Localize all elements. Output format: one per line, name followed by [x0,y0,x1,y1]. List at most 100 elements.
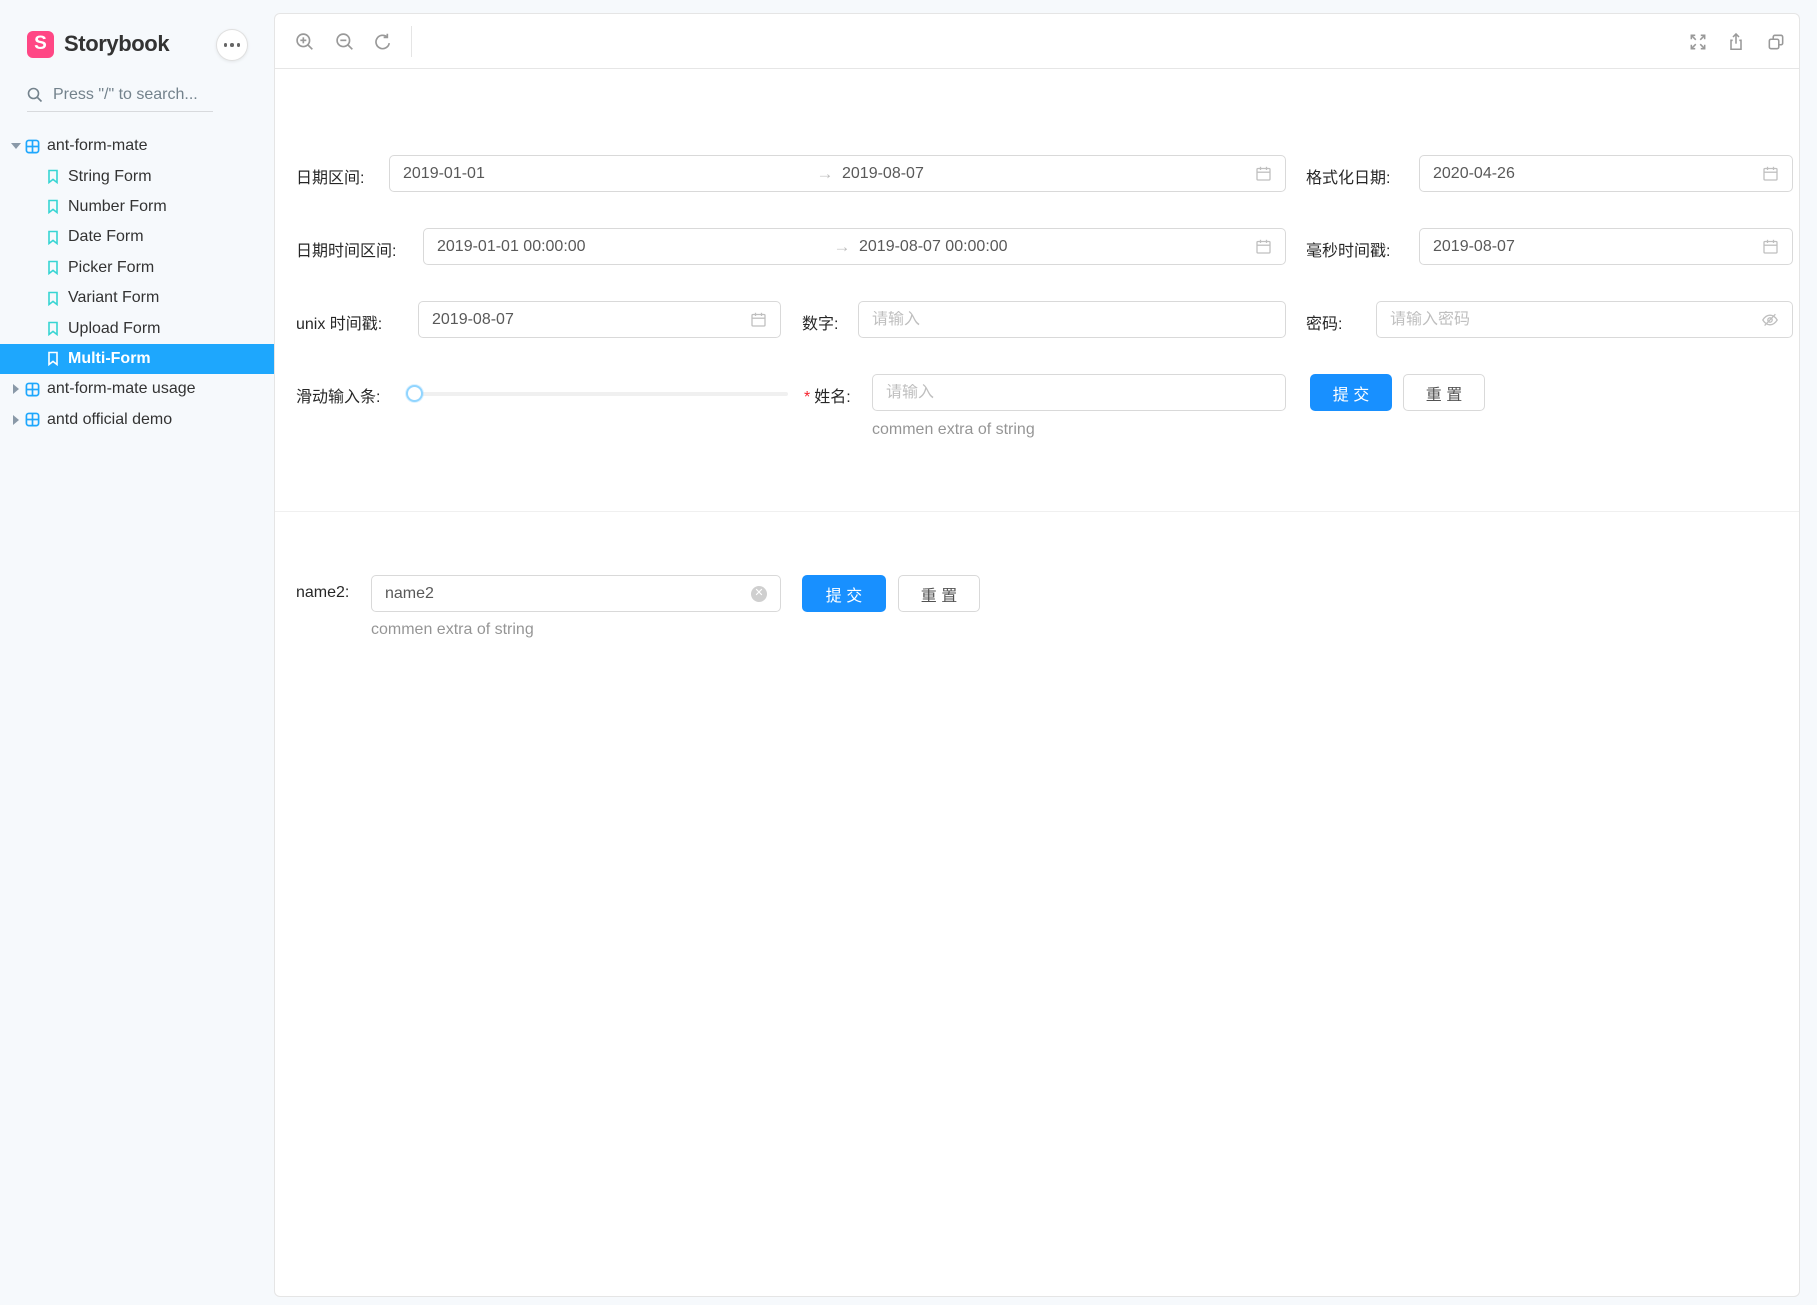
storybook-logo-icon: S [27,30,54,58]
range-arrow-icon: → [816,163,834,183]
submit-button[interactable]: 提 交 [1310,374,1392,411]
chevron-down-icon [10,143,22,150]
share-button[interactable] [1725,31,1747,53]
search-input[interactable]: Press "/" to search... [27,86,213,112]
tree-item-label: Variant Form [68,289,160,307]
tree-item-label: String Form [68,167,152,185]
date-range-picker[interactable]: 2019-01-01 → 2019-08-07 [389,155,1286,192]
chevron-right-icon [10,384,22,395]
bookmark-icon [47,321,59,337]
unix-timestamp-picker[interactable]: 2019-08-07 [418,301,781,338]
sidebar-menu-button[interactable] [216,29,248,61]
ms-timestamp-picker[interactable]: 2019-08-07 [1419,228,1793,265]
tree-story-upload-form[interactable]: Upload Form [0,313,274,343]
preview-card: 日期区间: 2019-01-01 → 2019-08-07 格式化日期: 202… [274,13,1800,1297]
reset-button-2[interactable]: 重 置 [898,575,980,612]
calendar-icon[interactable] [1762,165,1779,182]
datetime-range-picker[interactable]: 2019-01-01 00:00:00 → 2019-08-07 00:00:0… [423,228,1286,265]
reset-zoom-button[interactable] [372,31,394,53]
zoom-out-button[interactable] [334,31,356,53]
fullscreen-button[interactable] [1687,31,1709,53]
calendar-icon[interactable] [1255,238,1272,255]
reset-zoom-icon [375,33,391,50]
formatted-date-picker[interactable]: 2020-04-26 [1419,155,1793,192]
toolbar-divider [411,26,412,57]
date-value[interactable]: 2019-08-07 [432,311,742,329]
unix-timestamp-label: unix 时间戳: [296,316,383,333]
chevron-right-icon [10,414,22,425]
search-icon [27,87,43,102]
zoom-in-button[interactable] [294,31,316,53]
tree-component-ant-form-mate[interactable]: ant-form-mate [0,131,274,161]
number-input-wrap [858,301,1286,338]
submit-button-2[interactable]: 提 交 [802,575,886,612]
zoom-out-icon [336,33,353,50]
date-value[interactable]: 2019-08-07 [1433,238,1754,256]
preview-toolbar [275,14,1799,69]
tree-story-number-form[interactable]: Number Form [0,192,274,222]
bookmark-icon [47,351,59,367]
calendar-icon[interactable] [1762,238,1779,255]
slider-handle[interactable] [406,385,423,402]
bookmark-icon [47,230,59,245]
name2-extra-text: commen extra of string [371,621,534,638]
range-start-value[interactable]: 2019-01-01 [403,165,808,183]
tree-item-label: Multi-Form [68,349,151,367]
copy-link-icon [1768,34,1784,50]
calendar-icon[interactable] [1255,165,1272,182]
range-end-value[interactable]: 2019-08-07 00:00:00 [859,238,1247,256]
sidebar: S Storybook Press "/" to search... ant-f… [0,0,274,1305]
section-divider [275,511,1799,512]
zoom-in-icon [296,33,313,50]
range-arrow-icon: → [833,236,851,256]
tree-item-label: ant-form-mate [47,137,148,155]
date-range-label: 日期区间: [296,170,365,187]
calendar-icon[interactable] [750,311,767,328]
range-start-value[interactable]: 2019-01-01 00:00:00 [437,238,825,256]
slider-label: 滑动输入条: [296,389,381,406]
name-label: * 姓名: [804,389,851,406]
formatted-date-label: 格式化日期: [1306,170,1391,187]
slider-input[interactable] [406,385,788,403]
eye-invisible-icon[interactable] [1761,311,1779,329]
tree-item-label: Picker Form [68,258,155,276]
tree-story-picker-form[interactable]: Picker Form [0,253,274,283]
range-end-value[interactable]: 2019-08-07 [842,165,1247,183]
story-tree: ant-form-mate String Form Number Form Da… [0,131,274,435]
number-label: 数字: [802,316,839,333]
name-input[interactable] [886,383,1272,402]
tree-item-label: Date Form [68,228,144,246]
name-extra-text: commen extra of string [872,421,1035,438]
name-input-wrap [872,374,1286,411]
name2-label: name2: [296,584,350,601]
clear-icon[interactable]: ✕ [751,585,767,602]
datetime-range-label: 日期时间区间: [296,243,397,260]
tree-story-multi-form-selected[interactable]: Multi-Form [0,343,274,375]
number-input[interactable] [872,310,1272,329]
bookmark-icon [47,291,59,306]
tree-story-variant-form[interactable]: Variant Form [0,283,274,313]
share-icon [1730,32,1742,50]
brand-title: Storybook [64,31,170,56]
bookmark-icon [47,260,59,276]
brand[interactable]: S Storybook [27,28,247,60]
required-asterisk: * [804,389,811,406]
password-input-wrap [1376,301,1793,338]
bookmark-icon [47,199,59,215]
tree-item-label: Number Form [68,197,167,215]
reset-button[interactable]: 重 置 [1403,374,1485,411]
tree-item-label: antd official demo [47,410,173,428]
ms-timestamp-label: 毫秒时间戳: [1306,243,1391,260]
tree-component-ant-form-mate-usage[interactable]: ant-form-mate usage [0,374,274,404]
tree-story-date-form[interactable]: Date Form [0,222,274,252]
password-input[interactable] [1390,310,1753,329]
tree-component-antd-official-demo[interactable]: antd official demo [0,405,274,435]
name2-input[interactable] [385,584,743,603]
copy-link-button[interactable] [1765,31,1787,53]
component-grid-icon [25,382,40,397]
slider-rail[interactable] [406,392,788,396]
date-value[interactable]: 2020-04-26 [1433,165,1754,183]
name2-input-wrap: ✕ [371,575,781,612]
component-grid-icon [25,139,40,154]
tree-story-string-form[interactable]: String Form [0,161,274,191]
